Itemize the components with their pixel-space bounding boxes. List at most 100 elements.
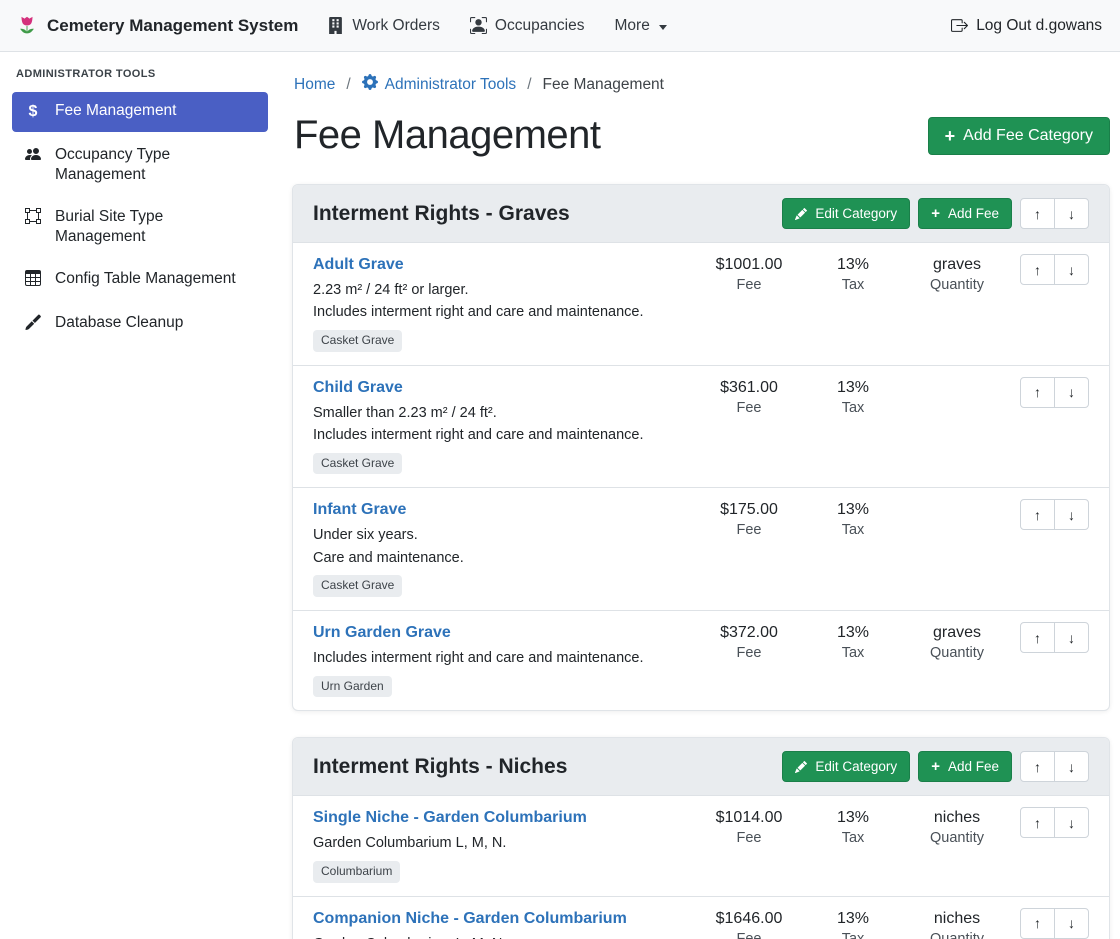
breadcrumb-admin-tools-link[interactable]: Administrator Tools [362, 74, 517, 95]
move-category-down-button[interactable]: ↓ [1054, 751, 1089, 782]
fee-amount-column: $372.00 Fee [697, 622, 801, 661]
fee-name-link[interactable]: Single Niche - Garden Columbarium [313, 809, 587, 827]
fee-row: Urn Garden Grave Includes interment righ… [293, 611, 1109, 710]
pencil-icon [795, 761, 807, 773]
fee-reorder: ↑ ↓ [1009, 254, 1089, 285]
fee-info: Single Niche - Garden Columbarium Garden… [313, 807, 697, 882]
fee-amount-column: $175.00 Fee [697, 499, 801, 538]
move-category-down-button[interactable]: ↓ [1054, 198, 1089, 229]
app-title: Cemetery Management System [47, 16, 298, 36]
tax-label: Tax [801, 277, 905, 293]
nav-more[interactable]: More [600, 9, 682, 43]
move-fee-down-button[interactable]: ↓ [1054, 807, 1089, 838]
tax-value: 13% [801, 501, 905, 519]
tulip-logo-icon [16, 15, 38, 37]
fee-description: Under six years. [313, 524, 689, 546]
move-fee-up-button[interactable]: ↑ [1020, 622, 1055, 653]
fee-name-link[interactable]: Companion Niche - Garden Columbarium [313, 910, 627, 928]
edit-category-button[interactable]: Edit Category [782, 198, 910, 229]
fee-name-link[interactable]: Child Grave [313, 379, 403, 397]
person-bounding-box-icon [470, 17, 487, 34]
logout-icon [951, 17, 968, 34]
fee-category-card-graves: Interment Rights - Graves Edit Category … [292, 184, 1110, 711]
move-fee-up-button[interactable]: ↑ [1020, 807, 1055, 838]
add-fee-category-button[interactable]: + Add Fee Category [928, 117, 1110, 155]
add-fee-button[interactable]: + Add Fee [918, 198, 1012, 229]
move-fee-down-button[interactable]: ↓ [1054, 377, 1089, 408]
tax-value: 13% [801, 624, 905, 642]
quantity-value: niches [905, 809, 1009, 827]
category-title: Interment Rights - Graves [313, 202, 782, 226]
fee-name-link[interactable]: Urn Garden Grave [313, 624, 451, 642]
fee-description: Care and maintenance. [313, 547, 689, 569]
fee-description: Includes interment right and care and ma… [313, 647, 689, 669]
pencil-icon [795, 208, 807, 220]
main-content: Home / Administrator Tools / Fee Managem… [280, 52, 1120, 939]
move-fee-down-button[interactable]: ↓ [1054, 254, 1089, 285]
tax-column: 13% Tax [801, 499, 905, 538]
move-fee-down-button[interactable]: ↓ [1054, 622, 1089, 653]
fee-label: Fee [697, 931, 801, 939]
sidebar-item-occupancy-type[interactable]: Occupancy Type Management [12, 136, 268, 194]
fee-name-link[interactable]: Adult Grave [313, 256, 404, 274]
category-header: Interment Rights - Niches Edit Category … [293, 738, 1109, 796]
breadcrumb-separator: / [346, 76, 350, 94]
top-navbar: Cemetery Management System Work Orders O… [0, 0, 1120, 52]
fee-info: Urn Garden Grave Includes interment righ… [313, 622, 697, 697]
fee-description: Garden Columbarium L, M, N. [313, 933, 689, 939]
fee-label: Fee [697, 400, 801, 416]
bounding-box-icon [24, 208, 42, 228]
fee-type-badge: Casket Grave [313, 453, 402, 475]
fee-info: Adult Grave 2.23 m² / 24 ft² or larger. … [313, 254, 697, 352]
tax-label: Tax [801, 645, 905, 661]
fee-name-link[interactable]: Infant Grave [313, 501, 406, 519]
fee-description: 2.23 m² / 24 ft² or larger. [313, 279, 689, 301]
edit-category-button[interactable]: Edit Category [782, 751, 910, 782]
fee-row: Child Grave Smaller than 2.23 m² / 24 ft… [293, 366, 1109, 489]
category-header: Interment Rights - Graves Edit Category … [293, 185, 1109, 243]
breadcrumb-home-link[interactable]: Home [294, 76, 335, 94]
building-icon [327, 17, 344, 34]
quantity-column: niches Quantity [905, 807, 1009, 846]
fee-amount-column: $1646.00 Fee [697, 908, 801, 939]
move-fee-up-button[interactable]: ↑ [1020, 377, 1055, 408]
breadcrumb-current: Fee Management [543, 76, 665, 94]
fee-reorder: ↑ ↓ [1009, 807, 1089, 838]
logout-link[interactable]: Log Out d.gowans [936, 9, 1104, 43]
breadcrumb: Home / Administrator Tools / Fee Managem… [294, 74, 1110, 95]
sidebar-item-burial-site-type[interactable]: Burial Site Type Management [12, 198, 268, 256]
page-title: Fee Management [294, 113, 601, 158]
move-fee-up-button[interactable]: ↑ [1020, 908, 1055, 939]
fee-description: Includes interment right and care and ma… [313, 301, 689, 323]
quantity-column: graves Quantity [905, 254, 1009, 293]
gear-icon [362, 74, 378, 95]
app-brand[interactable]: Cemetery Management System [16, 15, 298, 37]
tax-value: 13% [801, 910, 905, 928]
move-category-up-button[interactable]: ↑ [1020, 751, 1055, 782]
fee-description: Smaller than 2.23 m² / 24 ft². [313, 402, 689, 424]
fee-type-badge: Columbarium [313, 861, 400, 883]
move-category-up-button[interactable]: ↑ [1020, 198, 1055, 229]
tax-column: 13% Tax [801, 807, 905, 846]
quantity-label: Quantity [905, 277, 1009, 293]
tax-label: Tax [801, 830, 905, 846]
fee-row: Single Niche - Garden Columbarium Garden… [293, 796, 1109, 896]
tax-column: 13% Tax [801, 254, 905, 293]
sidebar-item-fee-management[interactable]: $ Fee Management [12, 92, 268, 132]
sidebar-item-database-cleanup[interactable]: Database Cleanup [12, 304, 268, 343]
fee-reorder: ↑ ↓ [1009, 908, 1089, 939]
sidebar-item-config-table[interactable]: Config Table Management [12, 260, 268, 299]
add-fee-button[interactable]: + Add Fee [918, 751, 1012, 782]
move-fee-up-button[interactable]: ↑ [1020, 499, 1055, 530]
broom-icon [24, 314, 42, 334]
fee-amount-column: $361.00 Fee [697, 377, 801, 416]
nav-work-orders[interactable]: Work Orders [312, 9, 455, 43]
move-fee-up-button[interactable]: ↑ [1020, 254, 1055, 285]
fee-label: Fee [697, 522, 801, 538]
admin-sidebar: ADMINISTRATOR TOOLS $ Fee Management Occ… [0, 52, 280, 361]
move-fee-down-button[interactable]: ↓ [1054, 499, 1089, 530]
chevron-down-icon [659, 25, 667, 30]
move-fee-down-button[interactable]: ↓ [1054, 908, 1089, 939]
nav-occupancies[interactable]: Occupancies [455, 9, 600, 43]
quantity-value: niches [905, 910, 1009, 928]
